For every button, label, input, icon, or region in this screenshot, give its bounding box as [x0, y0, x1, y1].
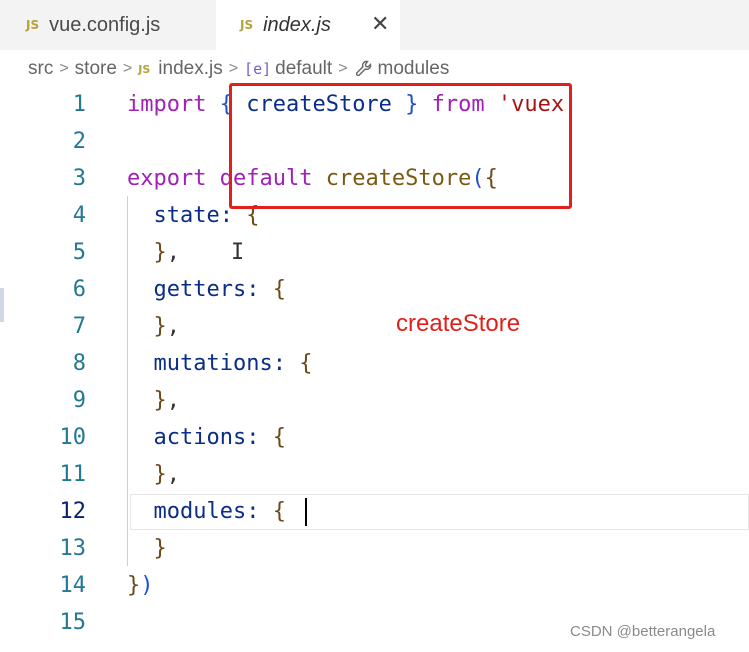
- js-file-icon: JS: [240, 18, 254, 32]
- line-number: 3: [72, 166, 86, 191]
- line-number: 10: [59, 425, 87, 450]
- close-icon[interactable]: ✕: [371, 11, 389, 37]
- line-number: 15: [59, 610, 87, 635]
- line-number: 14: [59, 573, 87, 598]
- tab-bar: JS vue.config.js JS index.js ✕: [0, 0, 749, 50]
- code-text: mutations: {: [127, 351, 313, 376]
- code-line[interactable]: 9 },: [0, 382, 749, 418]
- chevron-right-icon: >: [122, 60, 133, 77]
- line-number: 1: [72, 92, 86, 117]
- watermark: CSDN @betterangela: [570, 623, 716, 640]
- code-line[interactable]: 11 },: [0, 456, 749, 492]
- code-text: getters: {: [127, 277, 286, 302]
- code-line[interactable]: 6 getters: {: [0, 271, 749, 307]
- code-line[interactable]: 7 },: [0, 308, 749, 344]
- line-number: 2: [72, 129, 86, 154]
- line-number: 7: [72, 314, 86, 339]
- tab-label: vue.config.js: [49, 13, 161, 36]
- code-line[interactable]: 14 }): [0, 567, 749, 603]
- code-text: },: [127, 240, 180, 265]
- tab-index-js[interactable]: JS index.js ✕: [216, 0, 400, 50]
- wrench-icon: [354, 59, 374, 79]
- code-line[interactable]: 8 mutations: {: [0, 345, 749, 381]
- code-line[interactable]: 13 }: [0, 530, 749, 566]
- highlight-box: [229, 83, 572, 209]
- line-number: 6: [72, 277, 86, 302]
- tab-label: index.js: [263, 13, 331, 36]
- code-line[interactable]: 10 actions: {: [0, 419, 749, 455]
- code-line-active[interactable]: 12 modules: {: [0, 493, 749, 529]
- breadcrumb-item-store[interactable]: store: [75, 58, 117, 80]
- code-text: }: [127, 536, 167, 561]
- line-number: 9: [72, 388, 86, 413]
- code-text: modules: {: [127, 499, 286, 524]
- chevron-right-icon: >: [338, 60, 348, 77]
- breadcrumb-item-src[interactable]: src: [28, 58, 53, 80]
- tab-vue-config[interactable]: JS vue.config.js: [26, 0, 214, 50]
- line-number: 12: [59, 499, 87, 524]
- breadcrumb-item-file[interactable]: index.js: [158, 58, 222, 80]
- js-file-icon: JS: [138, 62, 151, 76]
- code-text: },: [127, 462, 180, 487]
- line-number: 8: [72, 351, 86, 376]
- breadcrumb-item-modules[interactable]: modules: [378, 58, 450, 80]
- code-text: },: [127, 314, 180, 339]
- line-number: 11: [59, 462, 87, 487]
- line-number: 5: [72, 240, 86, 265]
- chevron-right-icon: >: [228, 60, 239, 77]
- code-line[interactable]: 5 },: [0, 234, 749, 270]
- code-text: actions: {: [127, 425, 286, 450]
- chevron-right-icon: >: [59, 60, 69, 77]
- variable-symbol-icon: [e]: [244, 60, 272, 78]
- mouse-ibeam-cursor-icon: I: [231, 240, 245, 265]
- line-number: 13: [59, 536, 87, 561]
- text-caret: [305, 498, 307, 526]
- annotation-label: createStore: [396, 310, 521, 337]
- breadcrumb-item-default[interactable]: default: [275, 58, 332, 80]
- line-number: 4: [72, 203, 86, 228]
- code-text: }): [127, 573, 154, 598]
- breadcrumb: src > store > JS index.js > [e] default …: [28, 56, 449, 82]
- js-file-icon: JS: [26, 18, 40, 32]
- code-text: },: [127, 388, 180, 413]
